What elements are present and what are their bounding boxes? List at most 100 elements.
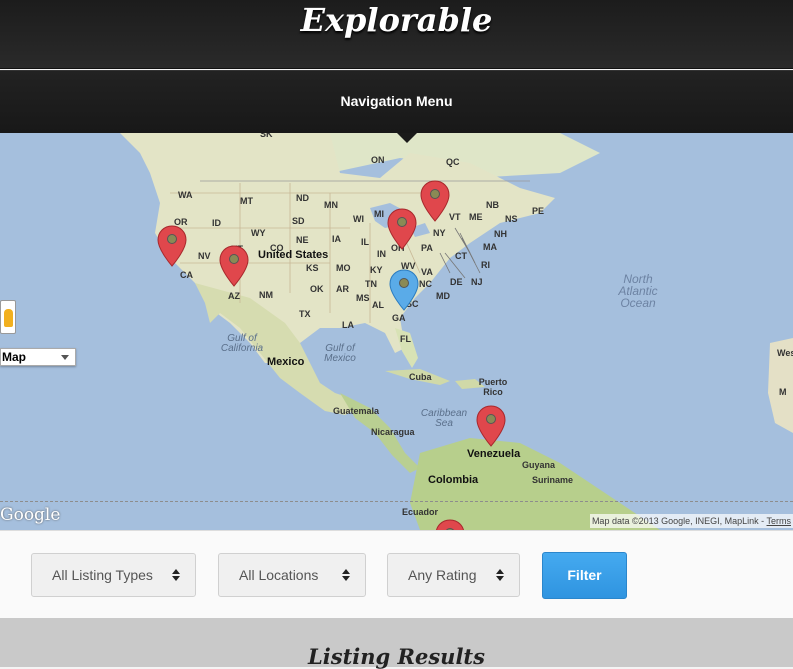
map-label: CA bbox=[180, 270, 193, 280]
map-label: NM bbox=[259, 290, 273, 300]
map-label: MI bbox=[374, 209, 384, 219]
select-arrows-icon bbox=[342, 569, 350, 581]
listing-type-select[interactable]: All Listing Types bbox=[31, 553, 196, 597]
map-label: Cuba bbox=[409, 372, 432, 382]
map-label-sea: Gulf of Mexico bbox=[324, 343, 356, 364]
map-label: IN bbox=[377, 249, 386, 259]
map-label: PA bbox=[421, 243, 433, 253]
map-label: MN bbox=[324, 200, 338, 210]
terms-link[interactable]: Terms bbox=[767, 516, 792, 526]
map-label: SD bbox=[292, 216, 305, 226]
map-label: ME bbox=[469, 212, 483, 222]
map-label: NV bbox=[198, 251, 211, 261]
map-label-country: Venezuela bbox=[467, 448, 521, 460]
select-arrows-icon bbox=[172, 569, 180, 581]
map-label: NB bbox=[486, 200, 499, 210]
map-label: AZ bbox=[228, 291, 240, 301]
navigation-menu-label[interactable]: Navigation Menu bbox=[0, 93, 793, 109]
map-label: M bbox=[779, 387, 787, 397]
map-label: Puerto Rico bbox=[478, 377, 508, 397]
map-label: QC bbox=[446, 157, 460, 167]
map-label: Ecuador bbox=[402, 507, 439, 517]
map-label: CT bbox=[455, 251, 467, 261]
map-label: TX bbox=[299, 309, 311, 319]
navigation-bar[interactable]: Navigation Menu bbox=[0, 70, 793, 133]
nav-arrow-indicator bbox=[397, 133, 417, 143]
map-label: NH bbox=[494, 229, 507, 239]
map-divider bbox=[0, 501, 793, 502]
map-label: TN bbox=[365, 279, 377, 289]
map-label: PE bbox=[532, 206, 545, 216]
map-label: LA bbox=[342, 320, 354, 330]
map-label: NY bbox=[433, 228, 446, 238]
map-label: AR bbox=[336, 284, 349, 294]
map-label: Guyana bbox=[522, 460, 556, 470]
map-label: RI bbox=[481, 260, 490, 270]
map-label: SK bbox=[260, 133, 273, 139]
map-label: IL bbox=[361, 237, 369, 247]
map-label: MD bbox=[436, 291, 450, 301]
map-type-select[interactable]: Map bbox=[0, 348, 76, 366]
results-section: Listing Results bbox=[0, 618, 793, 669]
map-marker-icon[interactable] bbox=[157, 225, 187, 267]
map-attribution: Map data ©2013 Google, INEGI, MapLink - … bbox=[589, 514, 793, 528]
street-view-pegman-icon[interactable] bbox=[0, 300, 16, 334]
map-label: VA bbox=[421, 267, 433, 277]
map-label-country: Mexico bbox=[267, 356, 305, 368]
map-label-ocean: North Atlantic Ocean bbox=[618, 272, 658, 310]
map-marker-icon[interactable] bbox=[476, 405, 506, 447]
map-label: NJ bbox=[471, 277, 483, 287]
select-arrows-icon bbox=[496, 569, 504, 581]
map-label: Guatemala bbox=[333, 406, 380, 416]
rating-value: Any Rating bbox=[408, 567, 477, 583]
map-marker-selected-icon[interactable] bbox=[389, 269, 419, 311]
map-label: ND bbox=[296, 193, 309, 203]
site-logo[interactable]: Explorable bbox=[0, 0, 793, 40]
map-label: NS bbox=[505, 214, 518, 224]
listing-type-value: All Listing Types bbox=[52, 567, 153, 583]
map-marker-icon[interactable] bbox=[219, 245, 249, 287]
map-label: NE bbox=[296, 235, 309, 245]
map-label: FL bbox=[400, 334, 411, 344]
map-marker-icon[interactable] bbox=[387, 208, 417, 250]
map-label: MT bbox=[240, 196, 253, 206]
map-label: VT bbox=[449, 212, 461, 222]
map-label: AL bbox=[372, 300, 384, 310]
map-marker-icon[interactable] bbox=[435, 519, 465, 530]
map-label: KS bbox=[306, 263, 319, 273]
map-land bbox=[120, 133, 793, 530]
map-label-country: Colombia bbox=[428, 474, 479, 486]
map-label: KY bbox=[370, 265, 383, 275]
map-label: MS bbox=[356, 293, 370, 303]
map-label: WI bbox=[353, 214, 364, 224]
site-header: Explorable bbox=[0, 0, 793, 69]
map-type-label: Map bbox=[2, 350, 26, 364]
map-label-country: United States bbox=[258, 249, 329, 261]
map-label: WY bbox=[251, 228, 266, 238]
map-label: Wes bbox=[777, 348, 793, 358]
map-marker-icon[interactable] bbox=[420, 180, 450, 222]
map-label-sea: Gulf of California bbox=[220, 333, 264, 354]
map-label: ON bbox=[371, 155, 385, 165]
map-label: GA bbox=[392, 313, 406, 323]
map-view[interactable]: SK ON QC WA MT ND MN OR ID SD WI MI WY N… bbox=[0, 133, 793, 530]
map-label: DE bbox=[450, 277, 463, 287]
map-label: NC bbox=[419, 279, 432, 289]
location-value: All Locations bbox=[239, 567, 319, 583]
map-label: Suriname bbox=[532, 475, 574, 485]
map-label: OK bbox=[310, 284, 324, 294]
rating-select[interactable]: Any Rating bbox=[387, 553, 520, 597]
filter-bar: All Listing Types All Locations Any Rati… bbox=[0, 530, 793, 618]
location-select[interactable]: All Locations bbox=[218, 553, 366, 597]
map-label: ID bbox=[212, 218, 221, 228]
map-label: Nicaragua bbox=[371, 427, 415, 437]
attribution-text: Map data ©2013 Google, INEGI, MapLink - bbox=[591, 516, 767, 526]
map-label: IA bbox=[332, 234, 341, 244]
results-title: Listing Results bbox=[308, 644, 485, 669]
map-label: WA bbox=[178, 190, 193, 200]
filter-button[interactable]: Filter bbox=[542, 552, 627, 599]
map-label: MO bbox=[336, 263, 351, 273]
map-label-sea: Caribbean Sea bbox=[420, 408, 468, 429]
map-label: MA bbox=[483, 242, 497, 252]
google-logo[interactable]: Google bbox=[0, 505, 60, 525]
